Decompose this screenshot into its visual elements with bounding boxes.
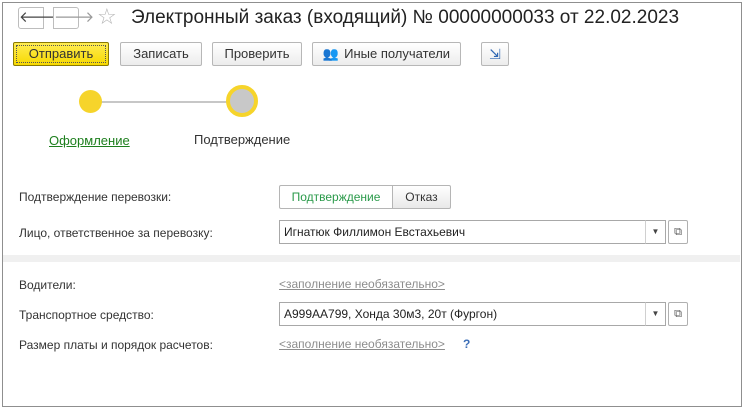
vehicle-dropdown-button[interactable]: ▼ (645, 302, 666, 326)
vehicle-label: Транспортное средство: (19, 308, 154, 322)
forward-button[interactable]: 🡒 (53, 7, 94, 29)
star-icon[interactable]: ☆ (97, 4, 117, 30)
drivers-label: Водители: (19, 278, 76, 292)
confirm-transport-label: Подтверждение перевозки: (19, 190, 172, 204)
confirm-option-reject[interactable]: Отказ (393, 185, 451, 209)
responsible-dropdown-button[interactable]: ▼ (645, 220, 666, 244)
save-button-label: Записать (133, 46, 189, 61)
step-dot-current (226, 85, 258, 117)
open-form-icon: ⧉ (674, 226, 682, 238)
responsible-person-label: Лицо, ответственное за перевозку: (19, 226, 213, 240)
export-button[interactable]: ⇲ (481, 42, 509, 66)
chevron-down-icon: ▼ (651, 309, 660, 318)
section-divider (3, 255, 740, 262)
back-button[interactable]: 🡐 (18, 7, 59, 29)
payment-optional-link[interactable]: <заполнение необязательно> (279, 337, 445, 351)
arrow-right-icon: 🡒 (54, 9, 95, 26)
confirm-option-confirm[interactable]: Подтверждение (279, 185, 393, 209)
responsible-person-input[interactable]: Игнатюк Филлимон Евстахьевич (279, 220, 666, 244)
send-button[interactable]: Отправить (13, 42, 109, 66)
stepper-track (91, 101, 241, 103)
payment-label: Размер платы и порядок расчетов: (19, 338, 213, 352)
users-icon: 👥 (322, 46, 340, 61)
save-button[interactable]: Записать (120, 42, 202, 66)
send-button-label: Отправить (28, 46, 94, 61)
drivers-optional-link[interactable]: <заполнение необязательно> (279, 277, 445, 291)
step-label-podtverzhdenie: Подтверждение (194, 132, 291, 147)
other-recipients-button[interactable]: 👥 Иные получатели (312, 42, 461, 66)
step-link-oformlenie[interactable]: Оформление (49, 133, 130, 148)
vehicle-open-button[interactable]: ⧉ (668, 302, 688, 326)
export-icon: ⇲ (489, 46, 501, 62)
responsible-open-button[interactable]: ⧉ (668, 220, 688, 244)
check-button[interactable]: Проверить (212, 42, 302, 66)
help-icon[interactable]: ? (463, 337, 470, 351)
check-button-label: Проверить (224, 46, 290, 61)
other-recipients-label: Иные получатели (344, 46, 451, 61)
page-title: Электронный заказ (входящий) № 000000000… (131, 7, 680, 28)
step-dot-completed[interactable] (79, 90, 102, 113)
open-form-icon: ⧉ (674, 308, 682, 320)
chevron-down-icon: ▼ (651, 227, 660, 236)
vehicle-input[interactable]: А999АА799, Хонда 30м3, 20т (Фургон) (279, 302, 666, 326)
